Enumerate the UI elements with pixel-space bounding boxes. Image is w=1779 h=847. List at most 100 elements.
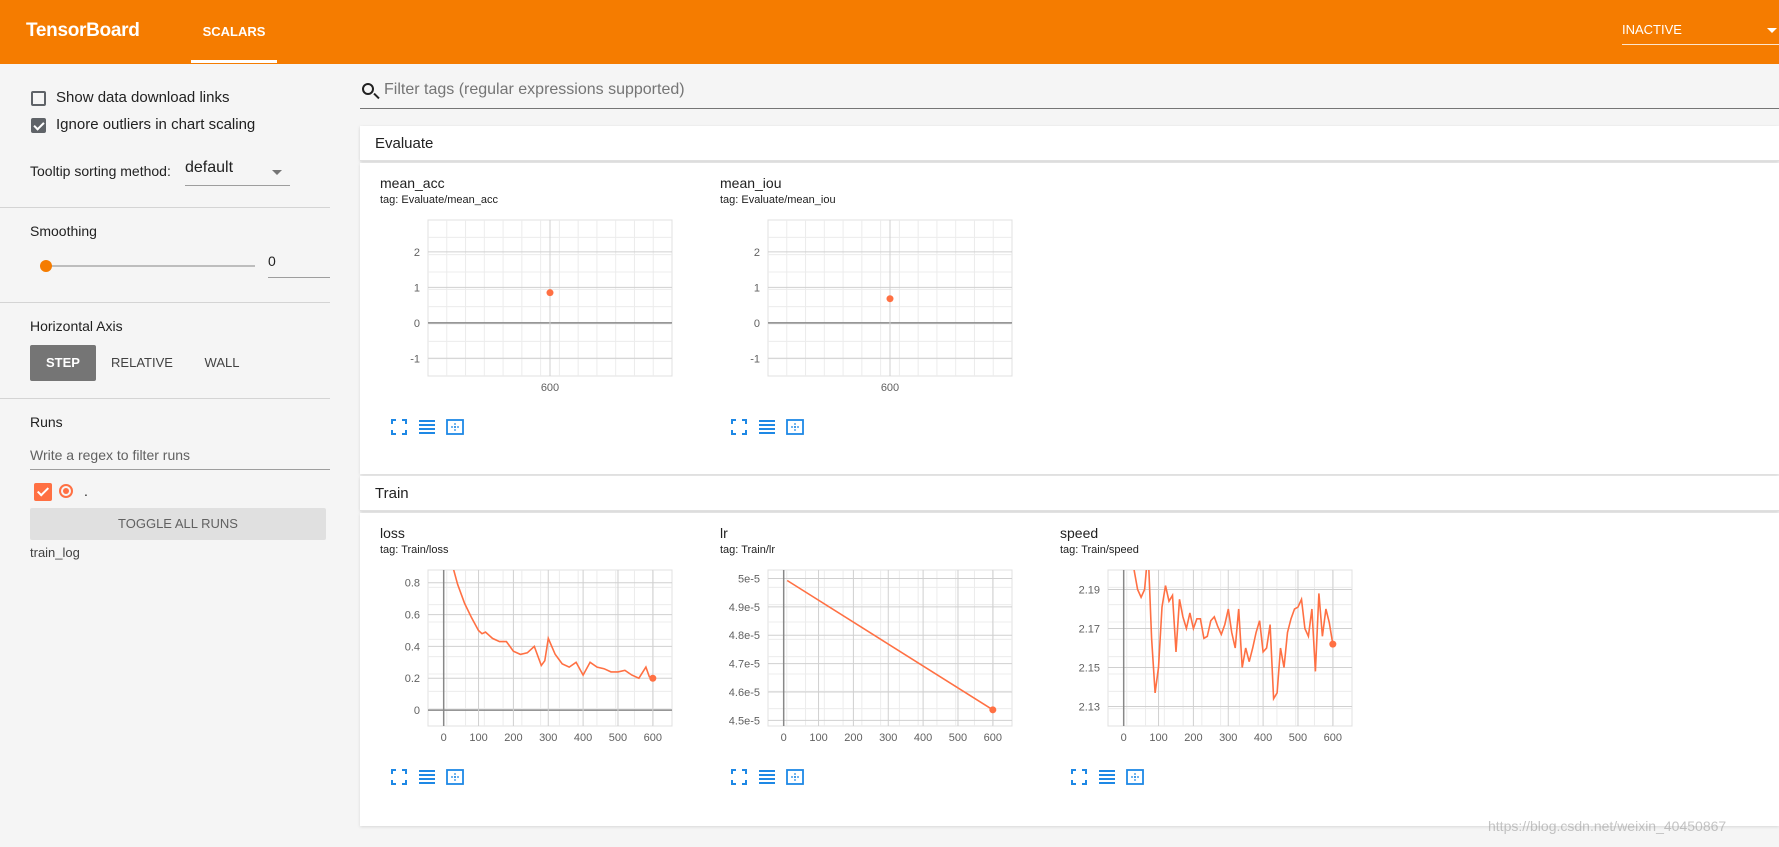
tooltip-sorting-label: Tooltip sorting method:: [30, 163, 171, 179]
fit-domain-icon[interactable]: [446, 418, 464, 436]
x-tick-label: 600: [644, 732, 662, 744]
category-header-train[interactable]: Train: [360, 476, 1779, 511]
smoothing-input[interactable]: 0: [268, 253, 330, 278]
x-tick-label: 100: [469, 732, 487, 744]
plot-area: [767, 569, 1013, 727]
fullscreen-icon[interactable]: [1070, 768, 1088, 786]
y-tick-label: 4.8e-5: [729, 630, 760, 642]
tag-filter-input[interactable]: Filter tags (regular expressions support…: [360, 76, 1779, 109]
y-tick-label: 2.17: [1079, 624, 1100, 636]
y-tick-label: 0.2: [405, 673, 420, 685]
haxis-relative-button[interactable]: RELATIVE: [104, 345, 180, 381]
data-point: [886, 295, 894, 303]
x-tick-label: 0: [781, 732, 787, 744]
y-tick-label: 5e-5: [738, 574, 760, 586]
data-table-icon[interactable]: [418, 418, 436, 436]
chart-loss[interactable]: 0.8 0.6 0.4 0.2 0 0 100 200 300 400 500 600: [380, 566, 676, 756]
fit-domain-icon[interactable]: [786, 418, 804, 436]
fit-domain-icon[interactable]: [786, 768, 804, 786]
divider: [0, 398, 330, 399]
x-tick-label: 100: [1149, 732, 1167, 744]
divider: [0, 207, 330, 208]
status-value: INACTIVE: [1622, 22, 1682, 37]
chart-speed[interactable]: 2.19 2.17 2.15 2.13 0 100 200 300 400 500 600: [1060, 566, 1356, 756]
data-table-icon[interactable]: [758, 768, 776, 786]
y-tick-label: 0: [414, 318, 420, 330]
chart-tag: tag: Train/speed: [1060, 544, 1139, 556]
y-tick-label: -1: [750, 353, 760, 365]
watermark: https://blog.csdn.net/weixin_40450867: [1488, 818, 1727, 834]
y-tick-label: 4.7e-5: [729, 659, 760, 671]
smoothing-input-value: 0: [268, 253, 276, 269]
fullscreen-icon[interactable]: [730, 768, 748, 786]
run-checkbox[interactable]: [34, 483, 52, 501]
x-tick-label: 600: [881, 382, 899, 394]
toggle-all-runs-button[interactable]: TOGGLE ALL RUNS: [30, 508, 326, 540]
app-title: TensorBoard: [26, 20, 140, 41]
chart-title: mean_acc: [380, 175, 445, 191]
data-table-icon[interactable]: [1098, 768, 1116, 786]
category-body-train: loss tag: Train/loss 0.8 0.6 0.4 0.2 0 0 100 20…: [360, 513, 1779, 826]
chart-card-lr: lr tag: Train/lr 5e-5 4.9e-5 4.8e-5 4.7e-5 4…: [700, 513, 1020, 793]
category-header-evaluate[interactable]: Evaluate: [360, 126, 1779, 161]
category-body-evaluate: mean_acc tag: Evaluate/mean_acc 2 1 0 -1 600…: [360, 163, 1779, 474]
data-table-icon[interactable]: [418, 768, 436, 786]
fit-domain-icon[interactable]: [446, 768, 464, 786]
search-icon: [362, 83, 374, 95]
x-tick-label: 200: [504, 732, 522, 744]
tab-scalars[interactable]: SCALARS: [191, 0, 277, 64]
data-table-icon[interactable]: [758, 418, 776, 436]
fit-domain-icon[interactable]: [1126, 768, 1144, 786]
tooltip-sorting-value: default: [185, 159, 234, 176]
chart-mean-acc[interactable]: 2 1 0 -1 600: [380, 216, 676, 406]
x-tick-label: 0: [1121, 732, 1127, 744]
x-tick-label: 300: [879, 732, 897, 744]
sidebar: Show data download links Ignore outliers…: [0, 64, 346, 847]
x-tick-label: 300: [1219, 732, 1237, 744]
y-tick-label: 4.5e-5: [729, 715, 760, 727]
haxis-step-button[interactable]: STEP: [30, 345, 96, 381]
chart-lr[interactable]: 5e-5 4.9e-5 4.8e-5 4.7e-5 4.6e-5 4.5e-5 0 100 20…: [720, 566, 1016, 756]
y-tick-label: 4.6e-5: [729, 687, 760, 699]
fullscreen-icon[interactable]: [730, 418, 748, 436]
x-tick-label: 500: [949, 732, 967, 744]
chart-title: speed: [1060, 525, 1099, 541]
divider: [0, 302, 330, 303]
tag-filter-placeholder: Filter tags (regular expressions support…: [384, 81, 685, 98]
horizontal-axis-label: Horizontal Axis: [30, 318, 123, 334]
smoothing-slider-track[interactable]: [45, 265, 255, 267]
y-tick-label: 2.19: [1079, 585, 1100, 597]
runs-filter-input[interactable]: Write a regex to filter runs: [30, 447, 330, 470]
x-tick-label: 300: [539, 732, 557, 744]
chart-tag: tag: Train/lr: [720, 544, 776, 556]
chart-title: loss: [380, 525, 405, 541]
y-tick-label: 0.8: [405, 578, 420, 590]
data-point: [989, 706, 997, 714]
ignore-outliers-checkbox[interactable]: [31, 118, 46, 133]
chart-card-speed: speed tag: Train/speed 2.19 2.17 2.15 2.13 0…: [1040, 513, 1360, 793]
fullscreen-icon[interactable]: [390, 418, 408, 436]
haxis-wall-button[interactable]: WALL: [190, 345, 254, 381]
x-tick-label: 600: [541, 382, 559, 394]
run-radio[interactable]: [59, 484, 73, 498]
x-tick-label: 400: [914, 732, 932, 744]
ignore-outliers-label: Ignore outliers in chart scaling: [56, 116, 256, 133]
y-tick-label: 0: [414, 705, 420, 717]
chart-card-mean-acc: mean_acc tag: Evaluate/mean_acc 2 1 0 -1 600: [360, 163, 680, 443]
active-tab-indicator: [191, 60, 277, 63]
show-download-checkbox[interactable]: [31, 91, 46, 106]
chart-tag: tag: Evaluate/mean_iou: [720, 194, 836, 206]
status-dropdown[interactable]: INACTIVE: [1622, 22, 1779, 45]
fullscreen-icon[interactable]: [390, 768, 408, 786]
chart-tag: tag: Train/loss: [380, 544, 449, 556]
tooltip-sorting-select[interactable]: default: [185, 159, 290, 186]
chart-mean-iou[interactable]: 2 1 0 -1 600: [720, 216, 1016, 406]
y-tick-label: -1: [410, 353, 420, 365]
chart-card-loss: loss tag: Train/loss 0.8 0.6 0.4 0.2 0 0 100 20…: [360, 513, 680, 793]
smoothing-slider-handle[interactable]: [40, 260, 52, 272]
y-tick-label: 2: [414, 247, 420, 259]
y-tick-label: 0.4: [405, 641, 420, 653]
chart-title: mean_iou: [720, 175, 782, 191]
x-tick-label: 0: [441, 732, 447, 744]
y-tick-label: 0: [754, 318, 760, 330]
